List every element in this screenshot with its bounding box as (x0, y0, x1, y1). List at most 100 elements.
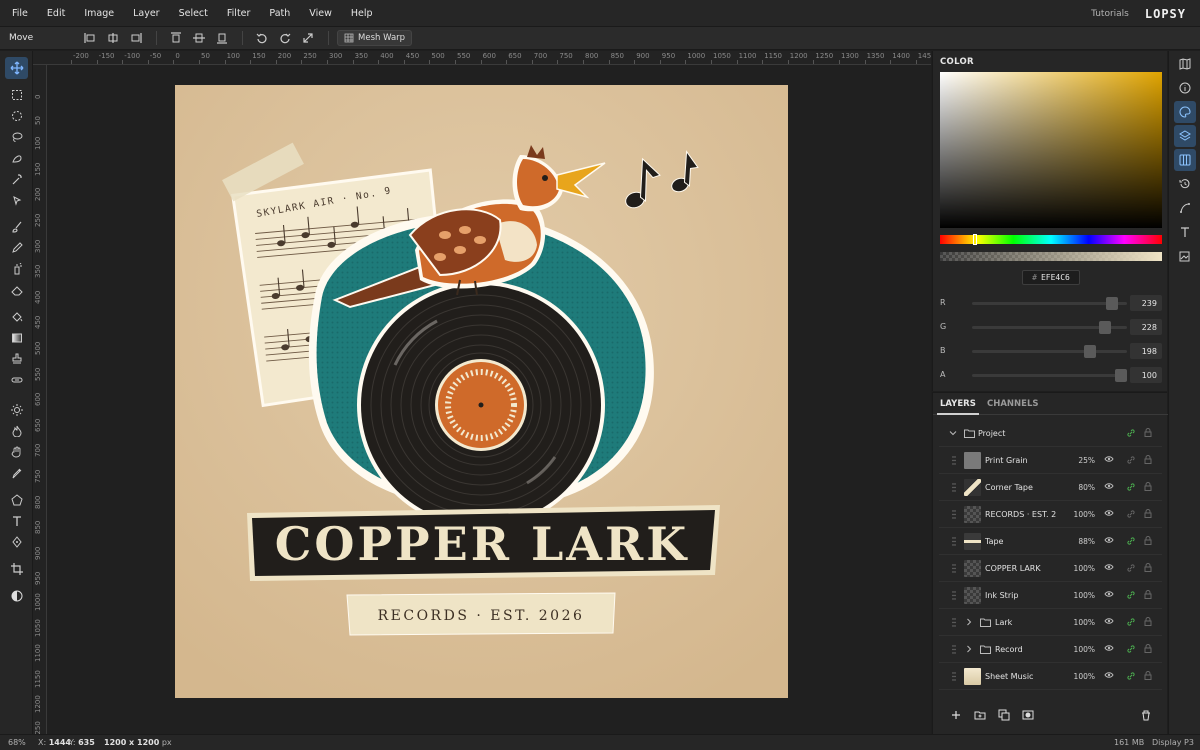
layer-row[interactable]: COPPER LARK 100% (939, 556, 1162, 582)
burn-tool[interactable] (5, 420, 28, 442)
layer-link-toggle[interactable] (1126, 671, 1136, 681)
layer-drag-handle[interactable] (952, 591, 956, 600)
layer-drag-handle[interactable] (952, 537, 956, 546)
channel-b-thumb[interactable] (1083, 345, 1096, 358)
layer-row[interactable]: Sheet Music 100% (939, 664, 1162, 690)
layer-link-toggle[interactable] (1126, 617, 1136, 627)
channel-a-track[interactable] (972, 369, 1127, 382)
channel-b-value[interactable]: 198 (1130, 343, 1162, 359)
layer-lock-toggle[interactable] (1144, 563, 1152, 572)
layer-lock-toggle[interactable] (1144, 455, 1152, 464)
menu-view[interactable]: View (297, 8, 332, 19)
layer-opacity[interactable]: 100% (1069, 564, 1095, 573)
fit-transform-button[interactable] (297, 28, 319, 48)
layer-row[interactable]: Ink Strip 100% (939, 583, 1162, 609)
history-panel-button[interactable] (1174, 173, 1196, 195)
hue-slider[interactable] (940, 234, 1162, 245)
paths-panel-button[interactable] (1174, 197, 1196, 219)
hex-input[interactable]: # EFE4C6 (1022, 270, 1080, 285)
layer-row[interactable]: Print Grain 25% (939, 448, 1162, 474)
group-toggle[interactable] (965, 645, 973, 653)
magic-wand-tool[interactable] (5, 168, 28, 190)
layer-visibility-toggle[interactable] (1104, 536, 1114, 544)
layer-opacity[interactable]: 100% (1069, 672, 1095, 681)
layer-row[interactable]: Corner Tape 80% (939, 475, 1162, 501)
crop-tool[interactable] (5, 558, 28, 580)
delete-layer-button[interactable] (1138, 707, 1154, 723)
layer-visibility-toggle[interactable] (1104, 455, 1114, 463)
menu-image[interactable]: Image (72, 8, 114, 19)
channel-a-value[interactable]: 100 (1130, 367, 1162, 383)
channel-g-thumb[interactable] (1099, 321, 1112, 334)
layer-link-toggle[interactable] (1126, 644, 1136, 654)
menu-file[interactable]: File (0, 8, 28, 19)
mesh-warp-button[interactable]: Mesh Warp (337, 30, 413, 46)
layer-lock-toggle[interactable] (1144, 428, 1152, 437)
hand-tool[interactable] (5, 441, 28, 463)
canvas-area[interactable]: SKYLARK AIR · No. 9 COPPER LARK RECORDS … (47, 65, 931, 734)
tab-channels[interactable]: CHANNELS (987, 399, 1039, 409)
channel-r-value[interactable]: 239 (1130, 295, 1162, 311)
healing-tool[interactable] (5, 369, 28, 391)
pencil-tool[interactable] (5, 237, 28, 259)
layer-link-toggle[interactable] (1126, 455, 1136, 465)
hue-handle[interactable] (973, 234, 977, 245)
channel-a-thumb[interactable] (1115, 369, 1127, 382)
layer-lock-toggle[interactable] (1144, 617, 1152, 626)
ellipse-select-tool[interactable] (5, 105, 28, 127)
layer-visibility-toggle[interactable] (1104, 482, 1114, 490)
rotate-cw-button[interactable] (274, 28, 296, 48)
type-tool[interactable] (5, 510, 28, 532)
layer-lock-toggle[interactable] (1144, 590, 1152, 599)
channel-g-track[interactable] (972, 321, 1127, 334)
layer-lock-toggle[interactable] (1144, 671, 1152, 680)
mask-layer-button[interactable] (1020, 707, 1036, 723)
layer-row[interactable]: RECORDS · EST. 2 100% (939, 502, 1162, 528)
fill-tool[interactable] (5, 306, 28, 328)
pen-tool[interactable] (5, 531, 28, 553)
character-panel-button[interactable] (1174, 221, 1196, 243)
layer-row[interactable]: Tape 88% (939, 529, 1162, 555)
layer-opacity[interactable]: 100% (1069, 645, 1095, 654)
quick-select-tool[interactable] (5, 147, 28, 169)
color-panel-button[interactable] (1174, 101, 1196, 123)
layer-visibility-toggle[interactable] (1104, 563, 1114, 571)
group-toggle[interactable] (965, 618, 973, 626)
layer-opacity[interactable]: 88% (1069, 537, 1095, 546)
layer-visibility-toggle[interactable] (1104, 617, 1114, 625)
duplicate-layer-button[interactable] (996, 707, 1012, 723)
layer-lock-toggle[interactable] (1144, 536, 1152, 545)
layer-link-toggle[interactable] (1126, 536, 1136, 546)
layer-opacity[interactable]: 25% (1069, 456, 1095, 465)
channel-r-thumb[interactable] (1106, 297, 1119, 310)
gradient-tool[interactable] (5, 327, 28, 349)
layer-drag-handle[interactable] (952, 672, 956, 681)
color-swap-tool[interactable] (5, 585, 28, 607)
add-group-button[interactable] (972, 707, 988, 723)
menu-select[interactable]: Select (167, 8, 208, 19)
channels-panel-button[interactable] (1174, 149, 1196, 171)
map-panel-button[interactable] (1174, 53, 1196, 75)
layer-link-toggle[interactable] (1126, 428, 1136, 438)
brush-tool[interactable] (5, 216, 28, 238)
layer-opacity[interactable]: 100% (1069, 618, 1095, 627)
menu-layer[interactable]: Layer (121, 8, 160, 19)
layer-visibility-toggle[interactable] (1104, 644, 1114, 652)
layer-link-toggle[interactable] (1126, 563, 1136, 573)
alpha-slider[interactable] (940, 252, 1162, 261)
layer-group-project[interactable]: Project (939, 421, 1162, 447)
eraser-tool[interactable] (5, 279, 28, 301)
layers-panel-button[interactable] (1174, 125, 1196, 147)
menu-filter[interactable]: Filter (215, 8, 251, 19)
info-panel-button[interactable] (1174, 77, 1196, 99)
layer-drag-handle[interactable] (952, 456, 956, 465)
add-layer-button[interactable] (948, 707, 964, 723)
layer-row[interactable]: Record 100% (939, 637, 1162, 663)
tab-layers[interactable]: LAYERS (940, 399, 976, 409)
stamp-tool[interactable] (5, 348, 28, 370)
dodge-tool[interactable] (5, 399, 28, 421)
align-bottom-button[interactable] (211, 28, 233, 48)
menu-edit[interactable]: Edit (35, 8, 65, 19)
layer-opacity[interactable]: 100% (1069, 591, 1095, 600)
layer-opacity[interactable]: 100% (1069, 510, 1095, 519)
